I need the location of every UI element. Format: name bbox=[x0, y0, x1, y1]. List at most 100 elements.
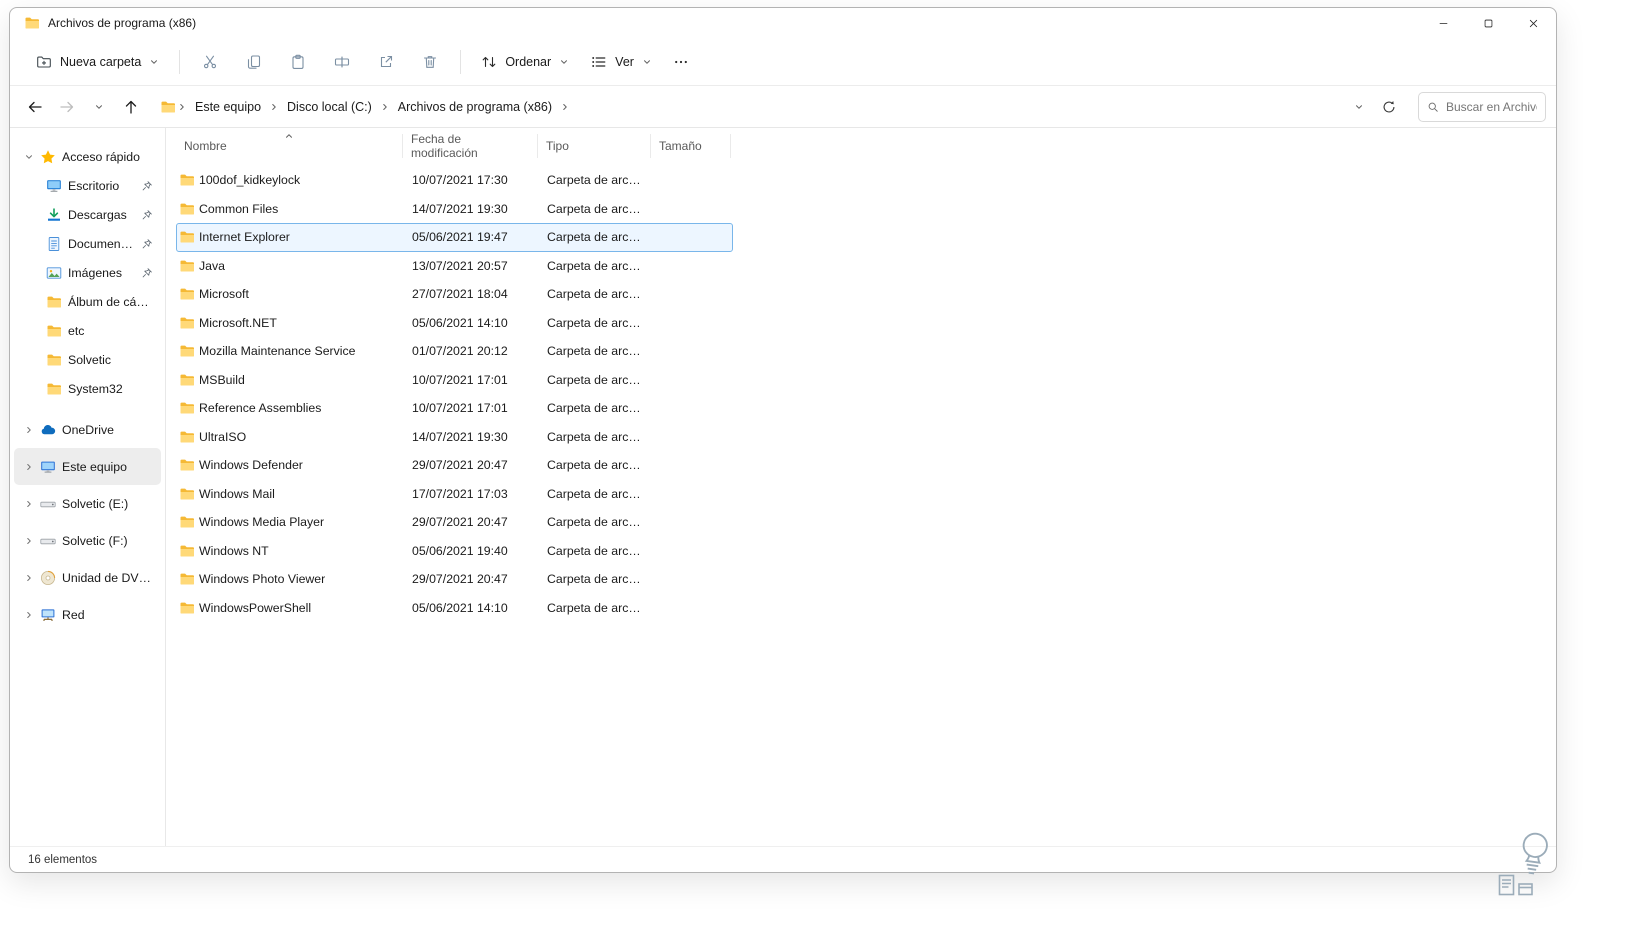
file-date: 29/07/2021 20:47 bbox=[412, 458, 508, 473]
breadcrumb-item-archivos-de-programa-x86[interactable]: Archivos de programa (x86) bbox=[391, 95, 559, 119]
file-type: Carpeta de archivos bbox=[547, 230, 652, 245]
breadcrumb-item-este-equipo[interactable]: Este equipo bbox=[188, 95, 268, 119]
column-header-tipo[interactable]: Tipo bbox=[538, 134, 651, 158]
computer-icon bbox=[40, 459, 56, 475]
file-row-100dof-kidkeylock[interactable]: 100dof_kidkeylock 10/07/2021 17:30 Carpeta… bbox=[176, 166, 733, 195]
file-row-reference-assemblies[interactable]: Reference Assemblies 10/07/2021 17:01 Carp… bbox=[176, 394, 733, 423]
file-row-mozilla-maintenance-service[interactable]: Mozilla Maintenance Service 01/07/2021 20… bbox=[176, 337, 733, 366]
file-row-ultraiso[interactable]: UltraISO 14/07/2021 19:30 Carpeta de archi… bbox=[176, 423, 733, 452]
close-button[interactable] bbox=[1511, 8, 1556, 38]
chevron-right-icon[interactable] bbox=[24, 462, 34, 472]
search-box bbox=[1418, 91, 1546, 122]
file-name: Microsoft.NET bbox=[199, 315, 277, 330]
column-header-tamano[interactable]: Tamaño bbox=[651, 134, 731, 158]
titlebar: Archivos de programa (x86) bbox=[10, 8, 1556, 38]
recent-locations-button[interactable] bbox=[84, 92, 114, 122]
file-name: Windows Defender bbox=[199, 458, 303, 473]
forward-button[interactable] bbox=[52, 92, 82, 122]
window-controls bbox=[1421, 8, 1556, 38]
sidebar-item-system32[interactable]: System32 bbox=[14, 374, 161, 403]
sidebar-item-imagenes[interactable]: Imágenes bbox=[14, 258, 161, 287]
paste-button[interactable] bbox=[278, 46, 318, 78]
new-folder-button[interactable]: Nueva carpeta bbox=[26, 46, 169, 78]
file-row-msbuild[interactable]: MSBuild 10/07/2021 17:01 Carpeta de archiv… bbox=[176, 366, 733, 395]
file-row-windowspowershell[interactable]: WindowsPowerShell 05/06/2021 14:10 Carpeta… bbox=[176, 594, 733, 623]
file-type: Carpeta de archivos bbox=[547, 258, 652, 273]
back-button[interactable] bbox=[20, 92, 50, 122]
column-header-nombre[interactable]: Nombre bbox=[176, 134, 403, 158]
file-date: 27/07/2021 18:04 bbox=[412, 287, 508, 302]
view-button[interactable]: Ver bbox=[581, 46, 662, 78]
sidebar-item-descargas[interactable]: Descargas bbox=[14, 200, 161, 229]
file-type: Carpeta de archivos bbox=[547, 201, 652, 216]
file-date: 14/07/2021 19:30 bbox=[412, 429, 508, 444]
file-date: 29/07/2021 20:47 bbox=[412, 572, 508, 587]
sidebar-item-escritorio[interactable]: Escritorio bbox=[14, 171, 161, 200]
file-date: 01/07/2021 20:12 bbox=[412, 344, 508, 359]
sort-icon bbox=[481, 54, 497, 70]
pin-icon bbox=[141, 238, 153, 250]
status-bar: 16 elementos bbox=[10, 846, 1556, 872]
command-bar: Nueva carpeta Ordenar Ver bbox=[10, 38, 1556, 86]
file-row-windows-media-player[interactable]: Windows Media Player 29/07/2021 20:47 Carp… bbox=[176, 508, 733, 537]
sidebar-item-onedrive[interactable]: OneDrive bbox=[14, 411, 161, 448]
file-name: Windows Media Player bbox=[199, 515, 325, 530]
delete-button[interactable] bbox=[410, 46, 450, 78]
file-row-java[interactable]: Java 13/07/2021 20:57 Carpeta de archivos bbox=[176, 252, 733, 281]
chevron-right-icon[interactable] bbox=[24, 573, 34, 583]
file-row-windows-defender[interactable]: Windows Defender 29/07/2021 20:47 Carpeta … bbox=[176, 451, 733, 480]
sidebar-item-solvetic[interactable]: Solvetic bbox=[14, 345, 161, 374]
file-date: 05/06/2021 19:40 bbox=[412, 543, 508, 558]
chevron-right-icon[interactable] bbox=[24, 610, 34, 620]
sidebar-item-etc[interactable]: etc bbox=[14, 316, 161, 345]
minimize-button[interactable] bbox=[1421, 8, 1466, 38]
up-button[interactable] bbox=[116, 92, 146, 122]
sidebar-item-red[interactable]: Red bbox=[14, 596, 161, 633]
sidebar-item-solvetic-e[interactable]: Solvetic (E:) bbox=[14, 485, 161, 522]
sidebar-item-acceso-rapido[interactable]: Acceso rápido bbox=[14, 142, 161, 171]
sidebar-item-album-de-camara[interactable]: Álbum de cámara bbox=[14, 287, 161, 316]
chevron-right-icon[interactable] bbox=[24, 499, 34, 509]
sidebar-item-este-equipo[interactable]: Este equipo bbox=[14, 448, 161, 485]
file-row-windows-photo-viewer[interactable]: Windows Photo Viewer 29/07/2021 20:47 Carp… bbox=[176, 565, 733, 594]
sidebar-item-unidad-de-dvd-d[interactable]: Unidad de DVD (D:) bbox=[14, 559, 161, 596]
file-row-microsoft[interactable]: Microsoft 27/07/2021 18:04 Carpeta de arch… bbox=[176, 280, 733, 309]
refresh-button[interactable] bbox=[1374, 92, 1404, 122]
file-row-common-files[interactable]: Common Files 14/07/2021 19:30 Carpeta de a… bbox=[176, 195, 733, 224]
toolbar-icon-group bbox=[190, 46, 450, 78]
chevron-right-icon[interactable] bbox=[24, 425, 34, 435]
more-options-button[interactable] bbox=[664, 46, 698, 78]
new-folder-label: Nueva carpeta bbox=[60, 54, 142, 69]
chevron-up-icon bbox=[284, 131, 294, 141]
sidebar-item-documentos[interactable]: Documentos bbox=[14, 229, 161, 258]
chevron-right-icon[interactable] bbox=[24, 536, 34, 546]
folder-icon bbox=[179, 258, 195, 274]
copy-button[interactable] bbox=[234, 46, 274, 78]
file-row-windows-nt[interactable]: Windows NT 05/06/2021 19:40 Carpeta de arc… bbox=[176, 537, 733, 566]
file-type: Carpeta de archivos bbox=[547, 515, 652, 530]
file-row-windows-mail[interactable]: Windows Mail 17/07/2021 17:03 Carpeta de a… bbox=[176, 480, 733, 509]
file-row-microsoft-net[interactable]: Microsoft.NET 05/06/2021 14:10 Carpeta de … bbox=[176, 309, 733, 338]
share-button[interactable] bbox=[366, 46, 406, 78]
file-row-internet-explorer[interactable]: Internet Explorer 05/06/2021 19:47 Carpeta… bbox=[176, 223, 733, 252]
sort-button[interactable]: Ordenar bbox=[471, 46, 579, 78]
column-header-fecha-de-modificacion[interactable]: Fecha de modificación bbox=[403, 132, 538, 160]
chevron-down-icon[interactable] bbox=[24, 152, 34, 162]
address-dropdown-button[interactable] bbox=[1344, 92, 1374, 122]
file-date: 05/06/2021 19:47 bbox=[412, 230, 508, 245]
copy-icon bbox=[246, 54, 262, 70]
maximize-button[interactable] bbox=[1466, 8, 1511, 38]
rename-button[interactable] bbox=[322, 46, 362, 78]
folder-icon bbox=[179, 571, 195, 587]
star-icon bbox=[40, 149, 56, 165]
folder-icon bbox=[179, 600, 195, 616]
cut-button[interactable] bbox=[190, 46, 230, 78]
address-bar[interactable]: Este equipo Disco local (C:) Archivos de p… bbox=[154, 91, 1410, 123]
new-folder-icon bbox=[36, 54, 52, 70]
search-input[interactable] bbox=[1446, 99, 1537, 114]
sidebar-item-solvetic-f[interactable]: Solvetic (F:) bbox=[14, 522, 161, 559]
folder-icon bbox=[46, 323, 62, 339]
file-name: Java bbox=[199, 258, 225, 273]
breadcrumb-item-disco-local-c[interactable]: Disco local (C:) bbox=[280, 95, 379, 119]
chevron-down-icon bbox=[642, 57, 652, 67]
